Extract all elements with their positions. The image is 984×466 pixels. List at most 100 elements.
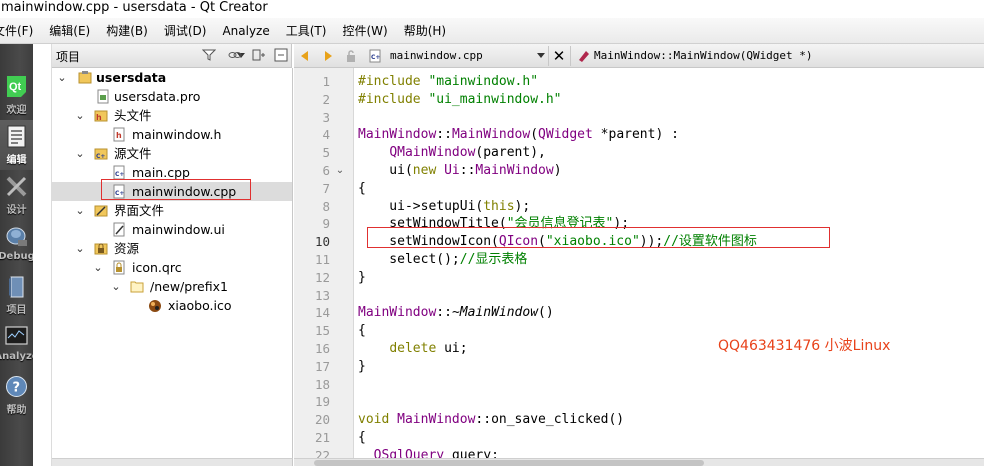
tree-item-qrc[interactable]: ⌄ icon.qrc: [52, 258, 292, 277]
code-editor[interactable]: #include "mainwindow.h" #include "ui_main…: [355, 68, 984, 463]
tree-item-label: mainwindow.ui: [132, 222, 225, 237]
mode-debug[interactable]: Debug: [0, 220, 35, 270]
line-number: 18: [314, 376, 330, 392]
code-line[interactable]: QMainWindow(parent),: [358, 144, 546, 162]
mode-welcome[interactable]: Qt 欢迎: [0, 70, 33, 120]
tree-item-pro-file[interactable]: usersdata.pro: [52, 87, 292, 106]
svg-text:h: h: [96, 113, 102, 122]
project-pane-header: 项目: [52, 44, 292, 68]
line-number: 3: [322, 109, 330, 125]
pro-file-icon: [97, 89, 109, 104]
header-folder-icon: h: [94, 110, 108, 122]
symbol-selector[interactable]: MainWindow::MainWindow(QWidget *): [574, 47, 984, 65]
mode-edit[interactable]: 编辑: [0, 120, 33, 170]
mode-analyze[interactable]: Analyze: [0, 320, 39, 370]
chevron-down-icon[interactable]: ⌄: [57, 68, 67, 87]
open-file-selector[interactable]: mainwindow.cpp: [372, 47, 546, 65]
menu-tools[interactable]: 工具(T): [278, 18, 335, 44]
link-icon[interactable]: [228, 48, 242, 62]
filter-icon[interactable]: [202, 48, 216, 62]
help-question-icon: ?: [6, 376, 27, 397]
menu-analyze[interactable]: Analyze: [214, 18, 277, 44]
split-icon[interactable]: [252, 48, 266, 62]
line-number: 5: [322, 145, 330, 161]
code-line[interactable]: }: [358, 358, 366, 376]
menu-debug[interactable]: 调试(D): [156, 18, 215, 44]
line-number: 14: [314, 305, 330, 321]
qt-logo-icon: Qt: [7, 76, 26, 97]
chevron-down-icon[interactable]: ⌄: [75, 106, 85, 125]
tree-item-label: mainwindow.h: [132, 127, 222, 142]
tree-item-label: usersdata: [96, 70, 167, 85]
tree-item-label: usersdata.pro: [114, 89, 201, 104]
chevron-down-icon[interactable]: ⌄: [75, 201, 85, 220]
qrc-file-icon: [113, 260, 125, 275]
toolbar-divider: [548, 46, 549, 66]
close-pane-icon[interactable]: [274, 48, 288, 62]
line-number: 6: [322, 163, 330, 178]
fold-chevron-icon[interactable]: ⌄: [334, 162, 346, 180]
menu-help[interactable]: 帮助(H): [396, 18, 454, 44]
close-icon[interactable]: ✕: [552, 49, 566, 64]
line-number: 20: [314, 412, 330, 428]
forward-arrow-icon[interactable]: [320, 49, 334, 63]
code-line[interactable]: delete ui;: [358, 340, 467, 358]
watermark-text: QQ463431476 小波Linux: [718, 338, 891, 354]
mode-projects[interactable]: 项目: [0, 270, 33, 320]
window-title: mainwindow.cpp - usersdata - Qt Creator: [0, 0, 984, 18]
mode-design[interactable]: 设计: [0, 170, 33, 220]
mode-selector: Qt 欢迎 编辑 设计 Debug 项目 nalyze ? 帮助: [0, 44, 39, 466]
tree-item-label: 源文件: [114, 146, 152, 161]
code-line[interactable]: select();//显示表格: [358, 251, 527, 269]
tree-item-headers[interactable]: ⌄ h 头文件: [52, 106, 292, 125]
menu-build[interactable]: 构建(B): [98, 18, 156, 44]
code-line[interactable]: MainWindow::MainWindow(QWidget *parent) …: [358, 126, 679, 144]
cpp-file-icon: C+: [113, 165, 125, 180]
line-number: 19: [314, 394, 330, 410]
line-number: 2: [322, 91, 330, 107]
menu-edit[interactable]: 编辑(E): [41, 18, 98, 44]
tree-item-resources[interactable]: ⌄ 资源: [52, 239, 292, 258]
code-line[interactable]: MainWindow::~MainWindow(): [358, 304, 554, 322]
ico-file-icon: [149, 300, 161, 312]
chevron-down-icon[interactable]: ⌄: [75, 144, 85, 163]
code-line[interactable]: {: [358, 180, 366, 198]
tree-item-forms[interactable]: ⌄ 界面文件: [52, 201, 292, 220]
back-arrow-icon[interactable]: [299, 49, 313, 63]
tree-item-sources[interactable]: ⌄ C+ 源文件: [52, 144, 292, 163]
tree-item-label: 头文件: [114, 108, 152, 123]
code-line[interactable]: }: [358, 269, 366, 287]
chevron-down-icon[interactable]: ⌄: [111, 277, 121, 296]
tree-item-prefix[interactable]: ⌄ /new/prefix1: [52, 277, 292, 296]
lock-icon[interactable]: [344, 49, 358, 63]
design-tools-icon: [6, 176, 27, 197]
menu-bar: 文件(F) 编辑(E) 构建(B) 调试(D) Analyze 工具(T) 控件…: [0, 18, 984, 44]
menu-widgets[interactable]: 控件(W): [334, 18, 395, 44]
code-line[interactable]: #include "mainwindow.h": [358, 73, 538, 91]
horizontal-scrollbar[interactable]: [294, 458, 984, 466]
svg-text:?: ?: [13, 381, 21, 396]
code-line[interactable]: ui->setupUi(this);: [358, 198, 530, 216]
chevron-down-icon[interactable]: ⌄: [93, 258, 103, 277]
tree-item-header-file[interactable]: h mainwindow.h: [52, 125, 292, 144]
edit-document-icon: [7, 125, 26, 148]
tree-item-ui-file[interactable]: mainwindow.ui: [52, 220, 292, 239]
code-line[interactable]: {: [358, 322, 366, 340]
code-line[interactable]: #include "ui_mainwindow.h": [358, 91, 562, 109]
svg-text:C+: C+: [115, 171, 124, 178]
tree-item-ico-file[interactable]: xiaobo.ico: [52, 296, 292, 315]
line-number: 16: [314, 341, 330, 356]
code-line[interactable]: {: [358, 429, 366, 447]
project-pane-title[interactable]: 项目: [56, 48, 80, 65]
source-folder-icon: C+: [94, 148, 108, 160]
tree-item-project[interactable]: ⌄ usersdata: [52, 68, 292, 87]
menu-file[interactable]: 文件(F): [0, 18, 41, 44]
code-line[interactable]: ui(new Ui::MainWindow): [358, 162, 561, 180]
tree-item-label: 资源: [114, 241, 140, 256]
mode-help[interactable]: ? 帮助: [0, 370, 33, 420]
code-line[interactable]: void MainWindow::on_save_clicked(): [358, 411, 624, 429]
project-book-icon: [9, 276, 24, 298]
line-number: 15: [314, 323, 330, 339]
scrollbar-thumb[interactable]: [314, 460, 704, 466]
chevron-down-icon[interactable]: ⌄: [75, 239, 85, 258]
